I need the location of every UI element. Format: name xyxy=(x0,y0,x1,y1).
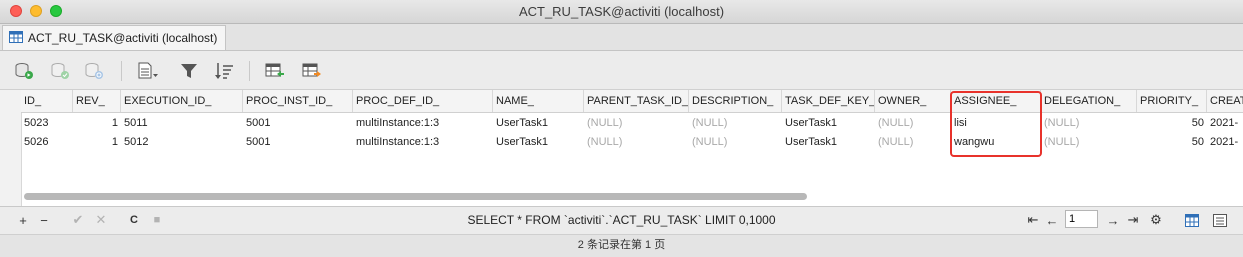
table-cell[interactable]: 5001 xyxy=(243,133,353,152)
table-cell[interactable]: 1 xyxy=(73,114,121,133)
data-grid[interactable]: ID_ REV_ EXECUTION_ID_ PROC_INST_ID_ PROC_DE… xyxy=(0,89,1243,206)
table-cell[interactable]: UserTask1 xyxy=(782,133,875,152)
table-cell[interactable]: lisi xyxy=(951,114,1041,133)
table-cell[interactable]: UserTask1 xyxy=(493,114,584,133)
column-header[interactable]: PROC_INST_ID_ xyxy=(243,90,353,112)
row-gutter xyxy=(0,90,22,206)
table-row[interactable]: 5023 1 5011 5001 multiInstance:1:3 UserTask1(… xyxy=(21,114,1243,133)
toolbar-separator xyxy=(121,61,122,81)
table-cell[interactable]: (NULL) xyxy=(584,133,689,152)
table-cell[interactable]: 5023 xyxy=(21,114,73,133)
table-icon xyxy=(9,30,23,46)
table-cell[interactable]: 5026 xyxy=(21,133,73,152)
column-header[interactable]: TASK_DEF_KEY_ xyxy=(782,90,875,112)
table-cell[interactable]: 2021- xyxy=(1207,114,1243,133)
table-cell[interactable]: (NULL) xyxy=(689,114,782,133)
column-header[interactable]: PRIORITY_ xyxy=(1137,90,1207,112)
apply-changes-icon[interactable] xyxy=(49,61,71,81)
table-cell[interactable]: (NULL) xyxy=(875,133,951,152)
table-cell[interactable]: 5011 xyxy=(121,114,243,133)
table-cell[interactable]: 5012 xyxy=(121,133,243,152)
grid-view-icon[interactable] xyxy=(1185,213,1199,227)
status-bar: + − ✔ ✕ C ■ SELECT * FROM `activiti`.`AC… xyxy=(0,206,1243,234)
export-wizard-icon[interactable] xyxy=(301,61,323,81)
table-cell[interactable]: (NULL) xyxy=(584,114,689,133)
last-page-button[interactable]: ⇥ xyxy=(1126,212,1140,227)
import-wizard-icon[interactable] xyxy=(264,61,286,81)
title-bar: ACT_RU_TASK@activiti (localhost) xyxy=(0,0,1243,24)
grid-header: ID_ REV_ EXECUTION_ID_ PROC_INST_ID_ PROC_DE… xyxy=(21,90,1243,113)
table-cell[interactable]: (NULL) xyxy=(689,133,782,152)
table-cell[interactable]: UserTask1 xyxy=(782,114,875,133)
column-header[interactable]: DELEGATION_ xyxy=(1041,90,1137,112)
record-count-footer: 2 条记录在第 1 页 xyxy=(0,234,1243,257)
previous-page-button[interactable]: ← xyxy=(1045,213,1059,228)
table-cell[interactable]: wangwu xyxy=(951,133,1041,152)
settings-button[interactable]: ⚙ xyxy=(1149,212,1163,227)
table-cell[interactable]: 50 xyxy=(1137,133,1207,152)
table-cell[interactable]: (NULL) xyxy=(1041,114,1137,133)
next-page-button[interactable]: → xyxy=(1106,213,1120,228)
column-header[interactable]: REV_ xyxy=(73,90,121,112)
column-header[interactable]: CREATE_TIME_ xyxy=(1207,90,1243,112)
column-header[interactable]: PROC_DEF_ID_ xyxy=(353,90,493,112)
scrollbar-thumb[interactable] xyxy=(24,193,807,200)
form-view-icon[interactable] xyxy=(1213,213,1227,227)
refresh-data-icon[interactable] xyxy=(83,61,105,81)
sort-icon[interactable] xyxy=(213,61,235,81)
table-cell[interactable]: (NULL) xyxy=(875,114,951,133)
tab-bar: ACT_RU_TASK@activiti (localhost) xyxy=(0,24,1243,51)
first-page-button[interactable]: ⇤ xyxy=(1026,212,1040,227)
filter-icon[interactable] xyxy=(178,61,200,81)
confirm-changes-button[interactable]: ✔ xyxy=(71,212,85,227)
column-header[interactable]: NAME_ xyxy=(493,90,584,112)
table-cell[interactable]: 1 xyxy=(73,133,121,152)
column-header[interactable]: ID_ xyxy=(21,90,73,112)
add-record-icon[interactable] xyxy=(13,61,35,81)
add-row-button[interactable]: + xyxy=(16,213,30,228)
window-title: ACT_RU_TASK@activiti (localhost) xyxy=(518,4,725,19)
record-count-text: 2 条记录在第 1 页 xyxy=(577,239,666,251)
toolbar xyxy=(0,51,1243,89)
table-cell[interactable]: (NULL) xyxy=(1041,133,1137,152)
column-header[interactable]: OWNER_ xyxy=(875,90,951,112)
table-cell[interactable]: 2021- xyxy=(1207,133,1243,152)
tab-label: ACT_RU_TASK@activiti (localhost) xyxy=(28,31,218,45)
tab-act-ru-task[interactable]: ACT_RU_TASK@activiti (localhost) xyxy=(2,25,227,50)
discard-changes-button[interactable]: ✕ xyxy=(94,212,108,227)
table-cell[interactable]: multiInstance:1:3 xyxy=(353,114,493,133)
table-cell[interactable]: 50 xyxy=(1137,114,1207,133)
table-cell[interactable]: multiInstance:1:3 xyxy=(353,133,493,152)
page-number-input[interactable] xyxy=(1065,210,1098,228)
column-header[interactable]: EXECUTION_ID_ xyxy=(121,90,243,112)
text-view-icon[interactable] xyxy=(137,61,159,81)
column-header[interactable]: DESCRIPTION_ xyxy=(689,90,782,112)
column-header[interactable]: ASSIGNEE_ xyxy=(951,90,1041,112)
table-cell[interactable]: 5001 xyxy=(243,114,353,133)
horizontal-scrollbar[interactable] xyxy=(21,192,1239,202)
table-row[interactable]: 5026 1 5012 5001 multiInstance:1:3 UserTask1(… xyxy=(21,133,1243,152)
toolbar-separator xyxy=(249,61,250,81)
sql-query-text: SELECT * FROM `activiti`.`ACT_RU_TASK` L… xyxy=(467,213,776,227)
delete-row-button[interactable]: − xyxy=(37,213,51,228)
column-header[interactable]: PARENT_TASK_ID_ xyxy=(584,90,689,112)
refresh-button[interactable]: C xyxy=(127,213,141,227)
stop-button[interactable]: ■ xyxy=(150,213,164,227)
table-cell[interactable]: UserTask1 xyxy=(493,133,584,152)
